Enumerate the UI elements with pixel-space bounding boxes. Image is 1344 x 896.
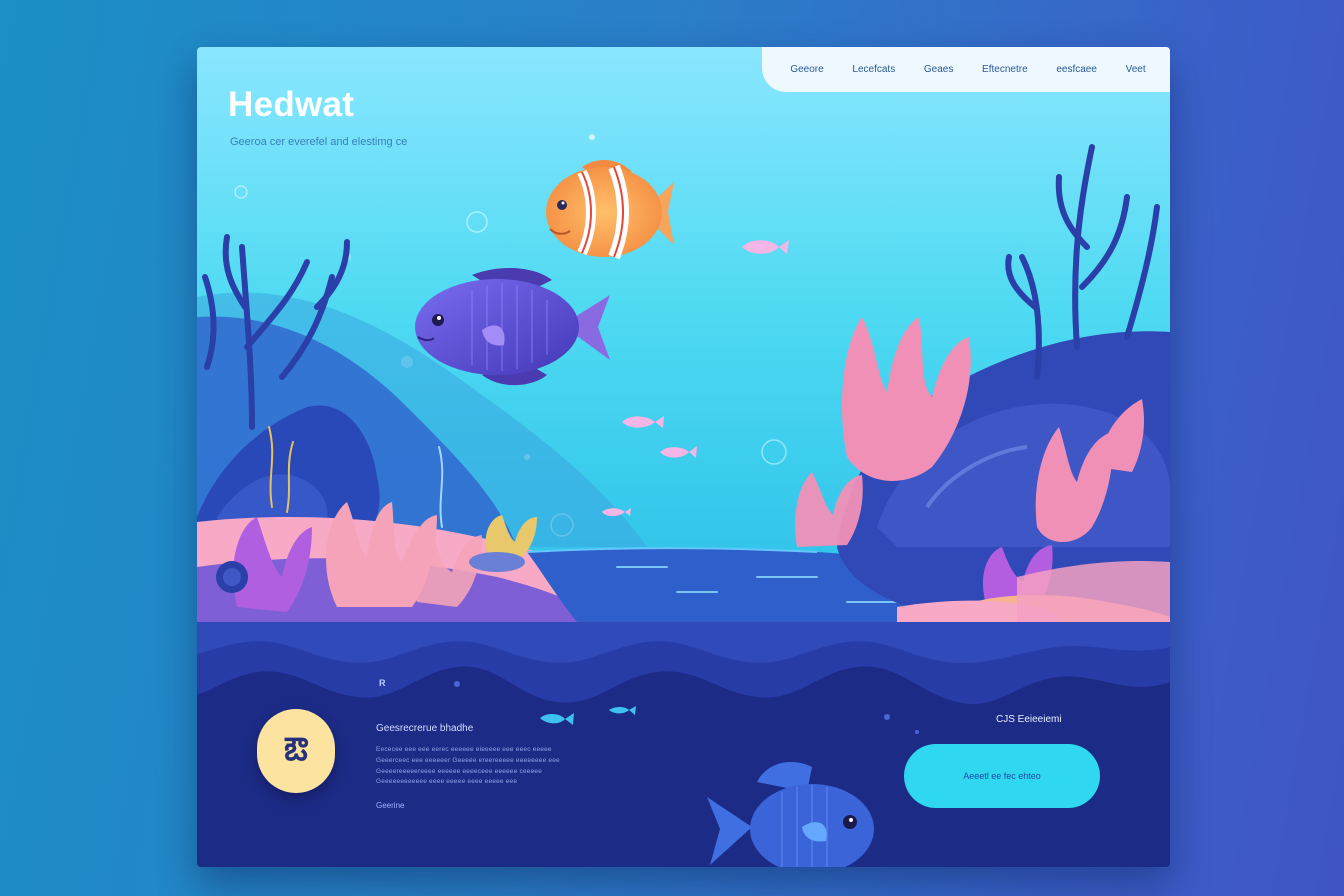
logo-badge: ఔ: [257, 709, 335, 793]
cta-button[interactable]: Aeeetl ee fec ehteo: [904, 744, 1100, 808]
hero-illustration: Geeore Lecefcats Geaes Eftecnetre eesfca…: [197, 47, 1170, 622]
nav-item-1[interactable]: Geeore: [790, 64, 823, 75]
nav-item-5[interactable]: eesfcaee: [1056, 64, 1097, 75]
feature-line-1: Eececee eee eee eerec eeeeee eieeeee eee…: [376, 746, 552, 753]
small-mark: R: [379, 678, 386, 688]
ocean-scene: [197, 47, 1170, 622]
feature-line-3: Geeeereeeeereeee eeeeee eeeeceee eeeeee …: [376, 768, 543, 775]
top-navigation: Geeore Lecefcats Geaes Eftecnetre eesfca…: [762, 47, 1170, 92]
feature-title: Geesrecrerue bhadhe: [376, 723, 474, 734]
cta-label: CJS Eeieeiemi: [996, 714, 1062, 725]
logo-glyph: ఔ: [284, 731, 308, 767]
feature-line-4: Geeeeeeeeeeee eeee eeeee eeee eeeee eee: [376, 778, 518, 785]
purple-fish-illustration: [415, 268, 610, 386]
hero-tagline: Geeroa cer everefel and elestimg ce: [230, 136, 408, 148]
landing-card: Geeore Lecefcats Geaes Eftecnetre eesfca…: [197, 47, 1170, 867]
nav-item-2[interactable]: Lecefcats: [852, 64, 895, 75]
blue-fish-illustration: [707, 762, 874, 867]
feature-link[interactable]: Geerine: [376, 801, 404, 810]
nav-item-6[interactable]: Veet: [1126, 64, 1146, 75]
brand-title: Hedwat: [228, 85, 355, 124]
nav-item-4[interactable]: Eftecnetre: [982, 64, 1028, 75]
nav-item-3[interactable]: Geaes: [924, 64, 953, 75]
feature-line-2: Geeerceec eee eeeeeer Geeeee ereereeeee …: [376, 757, 560, 764]
clownfish-illustration: [546, 160, 674, 260]
